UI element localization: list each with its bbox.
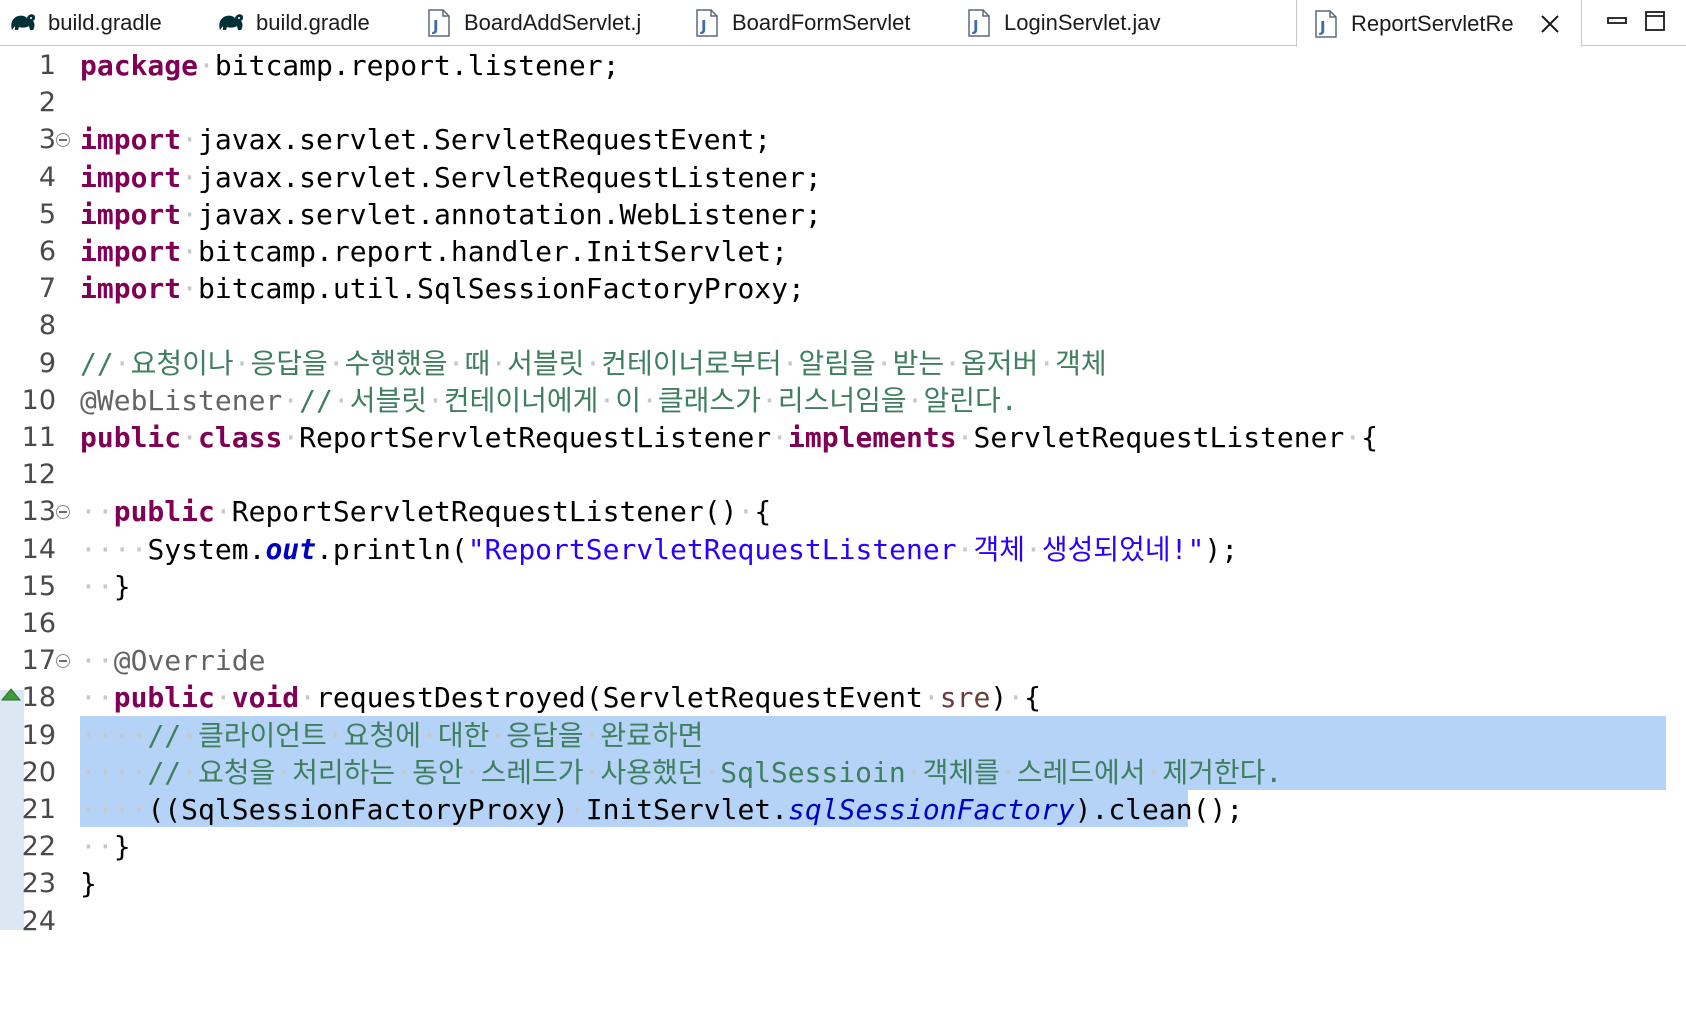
code-line[interactable]: 24 xyxy=(0,902,1686,942)
svg-text:J: J xyxy=(972,17,979,35)
maximize-icon[interactable] xyxy=(1640,6,1670,36)
svg-text:J: J xyxy=(700,17,707,35)
fold-collapse-icon[interactable] xyxy=(56,505,70,520)
tab-boardaddservlet[interactable]: J BoardAddServlet.j xyxy=(424,0,641,46)
line-number: 7 xyxy=(38,273,56,305)
code-text[interactable]: ····((SqlSessionFactoryProxy)·InitServle… xyxy=(80,790,1243,830)
code-line[interactable]: 6 import·bitcamp.report.handler.InitServl… xyxy=(0,232,1686,272)
line-number: 20 xyxy=(21,756,56,788)
code-line[interactable]: 8 xyxy=(0,306,1686,346)
override-triangle-icon[interactable] xyxy=(0,686,24,706)
code-line[interactable]: 18 ··public·void·requestDestroyed(Servlet… xyxy=(0,678,1686,718)
code-text[interactable]: ··} xyxy=(80,827,131,867)
java-file-icon: J xyxy=(1311,9,1341,39)
code-text[interactable]: import·javax.servlet.ServletRequestEvent… xyxy=(80,120,771,160)
svg-text:J: J xyxy=(1319,18,1326,36)
editor-tab-bar: build.gradle build.gradle J BoardAddServ… xyxy=(0,0,1686,47)
line-number: 14 xyxy=(21,533,56,565)
tab-build-gradle-1[interactable]: build.gradle xyxy=(8,0,162,46)
line-number: 23 xyxy=(21,868,56,900)
tab-label: LoginServlet.jav xyxy=(1004,10,1161,35)
svg-text:J: J xyxy=(432,17,439,35)
code-text[interactable]: package·bitcamp.report.listener; xyxy=(80,46,619,86)
line-number: 15 xyxy=(21,570,56,602)
code-line[interactable]: 13 ··public·ReportServletRequestListener(… xyxy=(0,492,1686,532)
tab-label: BoardFormServlet xyxy=(732,10,911,35)
line-number: 9 xyxy=(38,347,56,379)
close-icon[interactable] xyxy=(1536,10,1564,38)
tab-label: ReportServletRe xyxy=(1351,10,1514,36)
code-editor[interactable]: 1 package·bitcamp.report.listener; 2 3 impor… xyxy=(0,46,1686,1018)
code-line[interactable]: 9 //·요청이나·응답을·수행했을·때·서블릿·컨테이너로부터·알림을·받는·옵… xyxy=(0,344,1686,384)
code-text[interactable]: ··} xyxy=(80,567,131,607)
code-text[interactable]: ··public·void·requestDestroyed(ServletRe… xyxy=(80,678,1041,718)
gradle-elephant-icon xyxy=(8,8,38,38)
line-number: 2 xyxy=(38,87,56,119)
line-number: 5 xyxy=(38,198,56,230)
code-text[interactable]: ····//·클라이언트·요청에·대한·응답을·완료하면 xyxy=(80,716,703,756)
code-line[interactable]: 10 @WebListener·//·서블릿·컨테이너에게·이·클래스가·리스너임… xyxy=(0,381,1686,421)
line-number: 22 xyxy=(21,831,56,863)
code-text[interactable]: public·class·ReportServletRequestListene… xyxy=(80,418,1378,458)
fold-collapse-icon[interactable] xyxy=(56,654,70,669)
line-number: 17 xyxy=(21,645,56,677)
tab-boardformservlet[interactable]: J BoardFormServlet xyxy=(692,0,911,46)
code-line[interactable]: 12 xyxy=(0,455,1686,495)
code-line[interactable]: 22 ··} xyxy=(0,827,1686,867)
code-line[interactable]: 15 ··} xyxy=(0,567,1686,607)
line-number: 11 xyxy=(21,422,56,453)
line-number: 6 xyxy=(38,236,56,267)
code-line[interactable]: 20 ····//·요청을·처리하는·동안·스레드가·사용했던·SqlSessio… xyxy=(0,753,1686,793)
line-number: 12 xyxy=(21,459,56,491)
code-line[interactable]: 3 import·javax.servlet.ServletRequestEven… xyxy=(0,120,1686,160)
code-text[interactable]: import·bitcamp.report.handler.InitServle… xyxy=(80,232,788,272)
code-text[interactable]: ····//·요청을·처리하는·동안·스레드가·사용했던·SqlSessioin… xyxy=(80,753,1282,793)
code-line[interactable]: 19 ····//·클라이언트·요청에·대한·응답을·완료하면 xyxy=(0,716,1686,756)
line-number: 8 xyxy=(38,310,56,342)
minimize-icon[interactable] xyxy=(1602,6,1632,36)
code-text[interactable]: @WebListener·//·서블릿·컨테이너에게·이·클래스가·리스너임을·… xyxy=(80,381,1018,421)
tab-loginservlet[interactable]: J LoginServlet.jav xyxy=(964,0,1161,46)
code-text[interactable]: } xyxy=(80,864,97,904)
code-line[interactable]: 11 public·class·ReportServletRequestListe… xyxy=(0,418,1686,458)
java-file-icon: J xyxy=(964,8,994,38)
code-text[interactable]: import·javax.servlet.annotation.WebListe… xyxy=(80,195,822,235)
line-number: 10 xyxy=(21,384,56,416)
code-text[interactable]: ··@Override xyxy=(80,641,265,681)
line-number: 13 xyxy=(21,496,56,528)
line-number: 3 xyxy=(38,124,56,156)
code-line[interactable]: 7 import·bitcamp.util.SqlSessionFactoryPr… xyxy=(0,269,1686,309)
line-number: 24 xyxy=(21,905,56,937)
java-file-icon: J xyxy=(692,8,722,38)
code-line[interactable]: 23} xyxy=(0,864,1686,904)
line-number: 21 xyxy=(21,794,56,825)
tab-label: build.gradle xyxy=(48,10,162,35)
code-text[interactable]: //·요청이나·응답을·수행했을·때·서블릿·컨테이너로부터·알림을·받는·옵저… xyxy=(80,344,1107,384)
code-line[interactable]: 5 import·javax.servlet.annotation.WebList… xyxy=(0,195,1686,235)
code-text[interactable]: import·javax.servlet.ServletRequestListe… xyxy=(80,158,822,198)
code-text[interactable]: import·bitcamp.util.SqlSessionFactoryPro… xyxy=(80,269,805,309)
code-line[interactable]: 17 ··@Override xyxy=(0,641,1686,681)
line-number: 19 xyxy=(21,719,56,751)
gradle-elephant-icon xyxy=(216,8,246,38)
code-line[interactable]: 4 import·javax.servlet.ServletRequestList… xyxy=(0,158,1686,198)
line-number: 4 xyxy=(38,161,56,193)
fold-collapse-icon[interactable] xyxy=(56,133,70,148)
code-line[interactable]: 14 ····System.out.println("ReportServletR… xyxy=(0,530,1686,570)
tab-label: BoardAddServlet.j xyxy=(464,10,642,35)
code-line[interactable]: 16 xyxy=(0,604,1686,644)
code-line[interactable]: 2 xyxy=(0,83,1686,123)
code-line[interactable]: 21 ····((SqlSessionFactoryProxy)·InitServ… xyxy=(0,790,1686,830)
line-number: 1 xyxy=(38,50,56,81)
tab-reportservletrequestlistener[interactable]: J ReportServletRe xyxy=(1296,0,1582,47)
java-file-icon: J xyxy=(424,8,454,38)
code-line[interactable]: 1 package·bitcamp.report.listener; xyxy=(0,46,1686,86)
code-text[interactable]: ··public·ReportServletRequestListener()·… xyxy=(80,492,771,532)
tab-build-gradle-2[interactable]: build.gradle xyxy=(216,0,370,46)
code-text[interactable]: ····System.out.println("ReportServletReq… xyxy=(80,530,1238,570)
tab-label: build.gradle xyxy=(256,10,370,35)
line-number: 16 xyxy=(21,608,56,639)
